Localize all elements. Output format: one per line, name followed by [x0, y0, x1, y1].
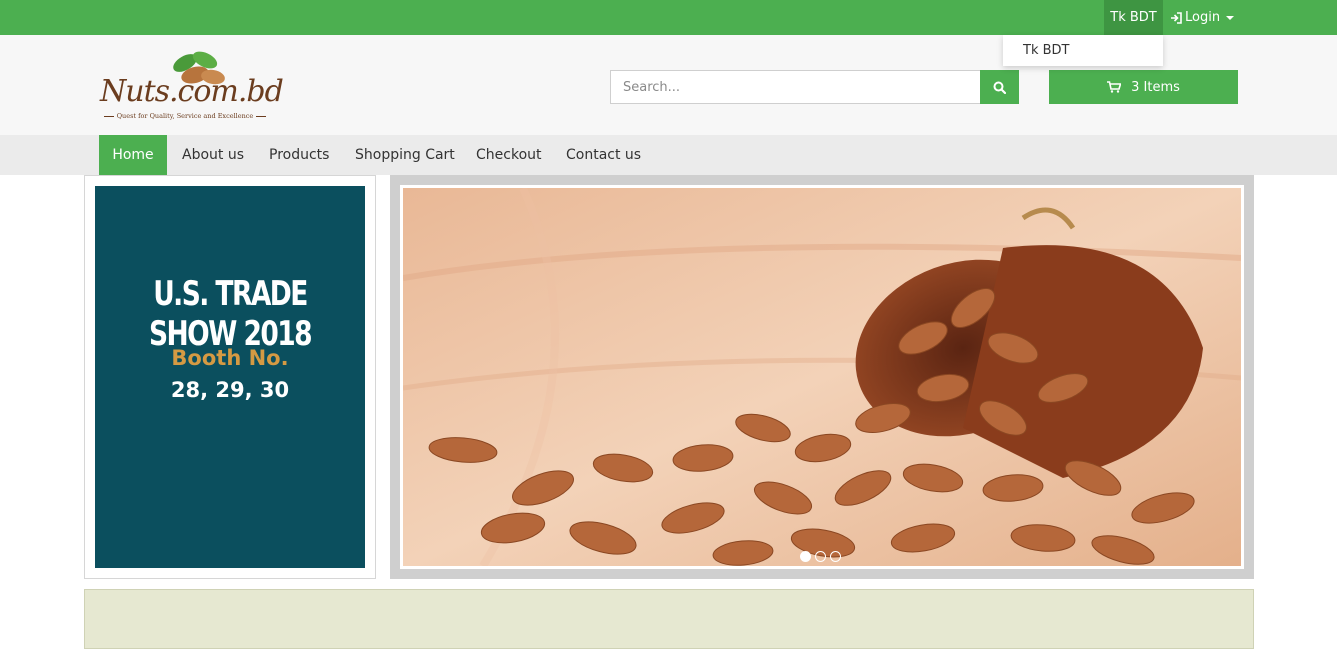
search-button[interactable] [980, 70, 1019, 104]
nav-home[interactable]: Home [99, 135, 167, 175]
cart-button[interactable]: 3 Items [1049, 70, 1238, 104]
logo-tagline: Quest for Quality, Service and Excellenc… [100, 112, 270, 120]
promo-strip [84, 589, 1254, 649]
nav-about-us[interactable]: About us [182, 135, 244, 175]
slider-dot-1[interactable] [800, 551, 811, 562]
banner-booth-label: Booth No. [171, 346, 289, 370]
slider-dot-3[interactable] [830, 551, 841, 562]
hero-slider[interactable] [390, 175, 1254, 579]
nav-products[interactable]: Products [269, 135, 329, 175]
currency-button[interactable]: Tk BDT [1104, 0, 1163, 35]
nav-shopping-cart[interactable]: Shopping Cart [355, 135, 455, 175]
nav-contact-us[interactable]: Contact us [566, 135, 641, 175]
slider-dots [800, 551, 841, 562]
login-label: Login [1185, 10, 1221, 25]
login-button[interactable]: Login [1170, 0, 1235, 35]
search-input[interactable] [610, 70, 981, 104]
search-icon [993, 81, 1006, 94]
site-logo[interactable]: Nuts.com.bd Quest for Quality, Service a… [100, 48, 284, 126]
shopping-cart-icon [1107, 81, 1122, 93]
sign-in-icon [1170, 11, 1182, 24]
hero-slide [400, 185, 1244, 569]
banner-title: U.S. TRADE SHOW 2018 [148, 274, 313, 354]
almond-bowl-photo [403, 188, 1241, 566]
side-banner-frame: U.S. TRADE SHOW 2018 Booth No. 28, 29, 3… [84, 175, 376, 579]
currency-dropdown: Tk BDT [1003, 35, 1163, 66]
top-bar: Tk BDT Login [0, 0, 1337, 35]
banner-booth-numbers: 28, 29, 30 [170, 378, 290, 402]
caret-down-icon [1226, 15, 1235, 20]
nav-checkout[interactable]: Checkout [476, 135, 542, 175]
main-nav: Home About us Products Shopping Cart Che… [0, 135, 1337, 175]
slider-dot-2[interactable] [815, 551, 826, 562]
trade-show-banner[interactable]: U.S. TRADE SHOW 2018 Booth No. 28, 29, 3… [95, 186, 365, 568]
currency-option-bdt[interactable]: Tk BDT [1023, 43, 1069, 58]
cart-label: 3 Items [1131, 79, 1180, 95]
logo-text: Nuts.com.bd [100, 74, 284, 109]
